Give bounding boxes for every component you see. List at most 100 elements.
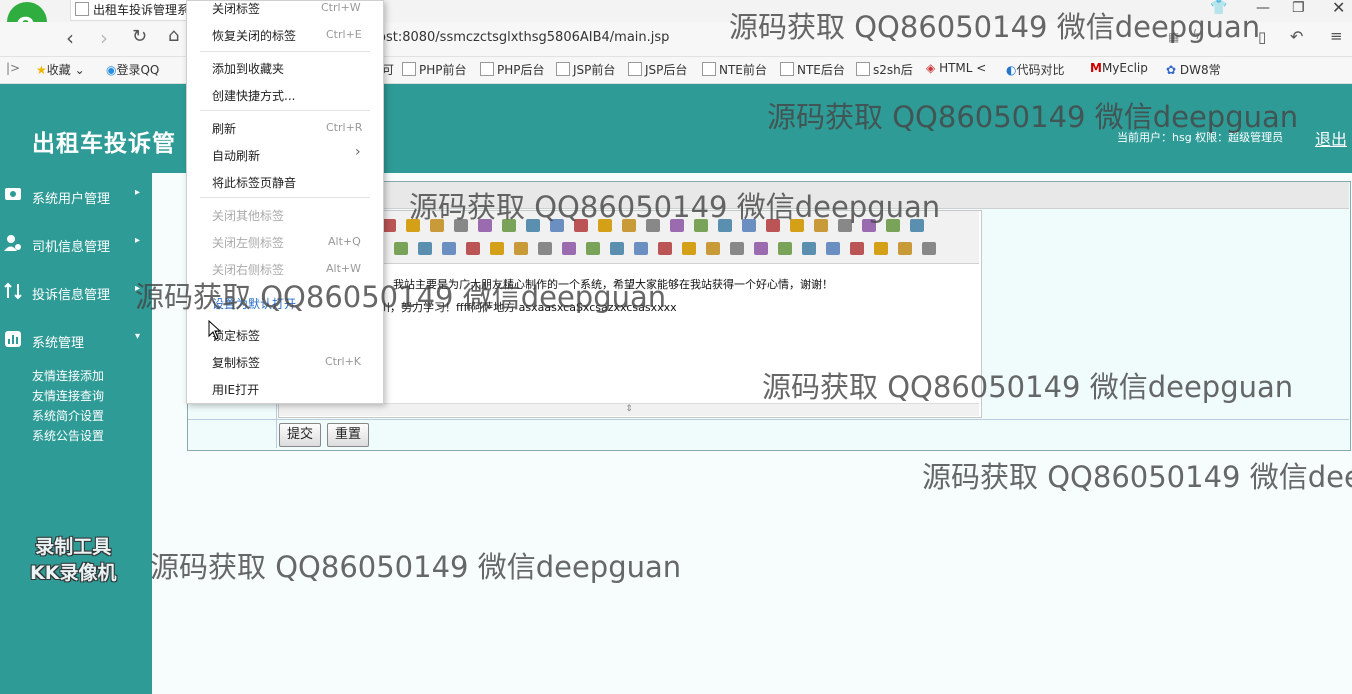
url-text: ost:8080/ssmczctsglxthsg5806AIB4/main.js… xyxy=(378,30,670,45)
chevron-right-icon: › xyxy=(355,144,361,160)
menu-icon[interactable]: ≡ xyxy=(1330,27,1343,45)
qq-icon: ◉ xyxy=(106,63,117,77)
menu-item-close-left[interactable]: 关闭左侧标签 xyxy=(212,234,284,251)
menu-separator xyxy=(200,51,370,52)
toolbar-button-icon[interactable] xyxy=(586,242,600,255)
sidebar-item-system-management[interactable]: 系统管理 ▾ xyxy=(0,325,152,355)
myeclipse-icon: M xyxy=(1090,61,1102,75)
toolbar-button-icon[interactable] xyxy=(418,242,432,255)
sidebar-item-user-management[interactable]: 系统用户管理 ▸ xyxy=(0,181,152,211)
sidebar-subitem-notice-settings[interactable]: 系统公告设置 xyxy=(32,427,104,444)
image-icon xyxy=(856,62,870,76)
toolbar-button-icon[interactable] xyxy=(922,242,936,255)
refresh-icon[interactable]: ↻ xyxy=(132,26,147,47)
menu-item-close-tab[interactable]: 关闭标签 xyxy=(212,0,260,17)
toolbar-button-icon[interactable] xyxy=(802,242,816,255)
chevron-right-icon: ▸ xyxy=(135,187,141,198)
toolbar-button-icon[interactable] xyxy=(706,242,720,255)
reset-button[interactable]: 重置 xyxy=(327,423,369,447)
page-icon xyxy=(75,2,89,16)
bookmark-item[interactable]: s2sh后 xyxy=(856,61,913,78)
logout-link[interactable]: 退出 xyxy=(1315,126,1347,150)
chevron-down-icon: ▾ xyxy=(135,331,141,342)
toolbar-button-icon[interactable] xyxy=(466,242,480,255)
sidebar-item-driver-management[interactable]: 司机信息管理 ▸ xyxy=(0,229,152,259)
compare-icon: ◐ xyxy=(1006,63,1017,77)
menu-item-duplicate-tab[interactable]: 复制标签 xyxy=(212,354,260,371)
bookmark-item[interactable]: ✿ DW8常 xyxy=(1166,61,1221,78)
tab-title: 出租车投诉管理系 xyxy=(93,3,190,17)
submit-button[interactable]: 提交 xyxy=(279,423,321,447)
bookmark-item[interactable]: MMyEclip xyxy=(1090,61,1148,75)
sidebar-subitem-link-add[interactable]: 友情连接添加 xyxy=(32,367,104,384)
toolbar-button-icon[interactable] xyxy=(754,242,768,255)
bookmark-item[interactable]: ◐代码对比 xyxy=(1006,61,1065,78)
toolbar-button-icon[interactable] xyxy=(490,242,504,255)
sidebar-item-complaint-management[interactable]: 投诉信息管理 ▸ xyxy=(0,277,152,307)
bookmark-favorites[interactable]: ★收藏 ⌄ xyxy=(36,61,85,78)
user-gear-icon xyxy=(4,235,21,251)
recorder-watermark: 录制工具 KK录像机 xyxy=(30,536,117,584)
toolbar-button-icon[interactable] xyxy=(394,242,408,255)
watermark-text: 源码获取 QQ86050149 微信deepguan xyxy=(409,190,941,224)
menu-item-close-others[interactable]: 关闭其他标签 xyxy=(212,207,284,224)
menu-item-refresh[interactable]: 刷新 xyxy=(212,120,236,137)
star-icon: ★ xyxy=(36,63,47,77)
shortcut-label: Ctrl+K xyxy=(325,355,362,368)
toolbar-button-icon[interactable] xyxy=(850,242,864,255)
bookmark-item[interactable]: NTE后台 xyxy=(780,61,845,78)
watermark-text: 源码获取 QQ86050149 微信deepguan xyxy=(729,10,1261,44)
watermark-text: 源码获取 QQ86050149 微信deepguan xyxy=(762,370,1294,404)
toolbar-button-icon[interactable] xyxy=(898,242,912,255)
bookmark-item[interactable]: PHP后台 xyxy=(480,61,545,78)
monitor-user-icon xyxy=(5,188,21,200)
paw-icon: ✿ xyxy=(1166,63,1177,77)
home-icon[interactable]: ⌂ xyxy=(168,25,179,46)
toolbar-button-icon[interactable] xyxy=(442,242,456,255)
back-icon[interactable]: ‹ xyxy=(66,26,74,50)
shortcut-label: Ctrl+E xyxy=(326,28,362,41)
forward-icon[interactable]: › xyxy=(100,26,108,50)
toolbar-button-icon[interactable] xyxy=(610,242,624,255)
menu-item-mute-tab[interactable]: 将此标签页静音 xyxy=(212,174,296,191)
toolbar-button-icon[interactable] xyxy=(382,219,396,232)
close-icon[interactable]: ✕ xyxy=(1332,0,1345,17)
menu-item-add-favorite[interactable]: 添加到收藏夹 xyxy=(212,60,284,77)
bookmark-qq[interactable]: ◉登录QQ xyxy=(106,61,159,78)
menu-item-restore-tab[interactable]: 恢复关闭的标签 xyxy=(212,27,296,44)
bookmark-item[interactable]: NTE前台 xyxy=(702,61,767,78)
bookmark-item[interactable]: JSP前台 xyxy=(556,61,615,78)
toolbar-button-icon[interactable] xyxy=(562,242,576,255)
undo-icon[interactable]: ↶ xyxy=(1290,27,1303,46)
menu-item-create-shortcut[interactable]: 创建快捷方式... xyxy=(212,87,295,104)
bookmark-item[interactable]: ◈ HTML < xyxy=(926,61,986,75)
shortcut-label: Ctrl+W xyxy=(321,1,361,14)
toolbar-button-icon[interactable] xyxy=(634,242,648,255)
watermark-text: 源码获取 QQ86050149 微信deepguan xyxy=(922,460,1352,494)
sidebar-toggle-icon[interactable]: |> xyxy=(6,61,20,75)
toolbar-button-icon[interactable] xyxy=(514,242,528,255)
toolbar-button-icon[interactable] xyxy=(778,242,792,255)
page-icon xyxy=(628,62,642,76)
browser-tab[interactable]: 出租车投诉管理系 xyxy=(70,0,190,21)
shortcut-label: Ctrl+R xyxy=(326,121,363,134)
menu-item-open-in-ie[interactable]: 用IE打开 xyxy=(212,381,259,398)
sidebar-subitem-link-query[interactable]: 友情连接查询 xyxy=(32,387,104,404)
transfer-icon xyxy=(4,282,22,300)
page-icon xyxy=(480,62,494,76)
toolbar-button-icon[interactable] xyxy=(730,242,744,255)
restore-icon[interactable]: ❐ xyxy=(1292,0,1305,16)
menu-separator xyxy=(200,197,370,198)
sidebar-subitem-intro-settings[interactable]: 系统简介设置 xyxy=(32,407,104,424)
mouse-cursor-icon xyxy=(208,320,222,340)
watermark-text: 源码获取 QQ86050149 微信deepguan xyxy=(150,550,682,584)
menu-item-auto-refresh[interactable]: 自动刷新 xyxy=(212,147,260,164)
html-icon: ◈ xyxy=(926,61,936,75)
toolbar-button-icon[interactable] xyxy=(658,242,672,255)
toolbar-button-icon[interactable] xyxy=(874,242,888,255)
bookmark-item[interactable]: JSP后台 xyxy=(628,61,687,78)
bookmark-item[interactable]: PHP前台 xyxy=(402,61,467,78)
toolbar-button-icon[interactable] xyxy=(682,242,696,255)
toolbar-button-icon[interactable] xyxy=(538,242,552,255)
toolbar-button-icon[interactable] xyxy=(826,242,840,255)
